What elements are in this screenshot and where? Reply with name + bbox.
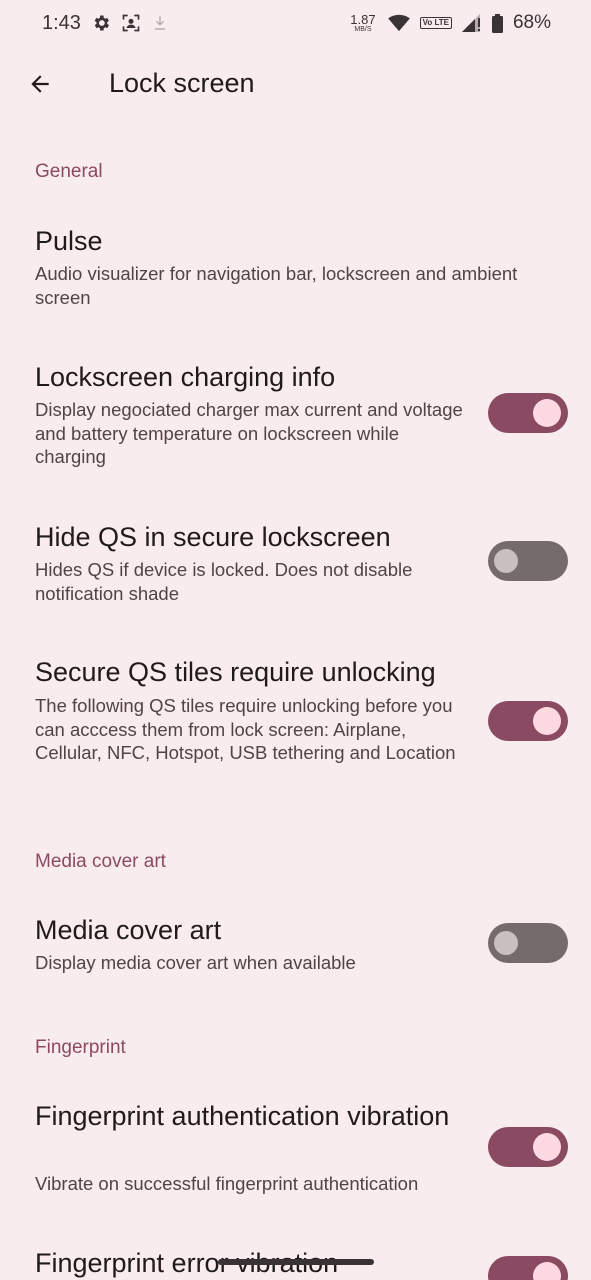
settings-gear-icon bbox=[91, 13, 111, 33]
pref-title: Pulse bbox=[35, 226, 103, 256]
pref-fingerprint-error-vibration[interactable]: Fingerprint error vibration bbox=[0, 1236, 591, 1280]
status-time: 1:43 bbox=[42, 11, 81, 34]
switch-thumb bbox=[494, 931, 518, 955]
page-title: Lock screen bbox=[109, 68, 255, 98]
pref-title: Fingerprint authentication vibration bbox=[35, 1101, 450, 1131]
switch-thumb bbox=[533, 1133, 561, 1161]
fingerprint-error-vibration-switch[interactable] bbox=[488, 1256, 568, 1280]
pref-summary: Vibrate on successful fingerprint authen… bbox=[35, 1173, 419, 1194]
pref-summary: The following QS tiles require unlocking… bbox=[35, 695, 456, 763]
secure-qs-switch[interactable] bbox=[488, 701, 568, 741]
cellular-signal-icon bbox=[461, 14, 482, 32]
pref-summary: Display negociated charger max current a… bbox=[35, 399, 463, 467]
pref-fingerprint-auth-vibration[interactable]: Fingerprint authentication vibration Vib… bbox=[0, 1090, 591, 1210]
pref-title: Media cover art bbox=[35, 915, 222, 945]
pref-title: Hide QS in secure lockscreen bbox=[35, 522, 391, 552]
hide-qs-switch[interactable] bbox=[488, 541, 568, 581]
pref-lockscreen-charging-info[interactable]: Lockscreen charging info Display negocia… bbox=[0, 350, 591, 490]
section-header-media-cover-art: Media cover art bbox=[35, 851, 166, 872]
switch-thumb bbox=[494, 549, 518, 573]
network-speed: 1.87 MB/S bbox=[350, 12, 376, 33]
volte-icon: Vo LTE bbox=[419, 17, 452, 29]
media-cover-art-switch[interactable] bbox=[488, 923, 568, 963]
pref-hide-qs-secure-lockscreen[interactable]: Hide QS in secure lockscreen Hides QS if… bbox=[0, 510, 591, 620]
pref-summary: Audio visualizer for navigation bar, loc… bbox=[35, 263, 518, 308]
section-header-fingerprint: Fingerprint bbox=[35, 1037, 126, 1058]
pref-pulse[interactable]: Pulse Audio visualizer for navigation ba… bbox=[0, 214, 591, 326]
charging-info-switch[interactable] bbox=[488, 393, 568, 433]
switch-thumb bbox=[533, 1262, 561, 1280]
pref-secure-qs-tiles[interactable]: Secure QS tiles require unlocking The fo… bbox=[0, 646, 591, 806]
section-header-general: General bbox=[35, 161, 103, 182]
download-icon bbox=[151, 13, 169, 33]
status-bar: 1:43 1.87 MB/S Vo LTE 68% bbox=[0, 0, 591, 46]
battery-percent: 68% bbox=[512, 12, 551, 33]
pref-summary: Hides QS if device is locked. Does not d… bbox=[35, 559, 413, 604]
pref-summary: Display media cover art when available bbox=[35, 952, 356, 973]
app-bar: Lock screen bbox=[0, 56, 591, 112]
fingerprint-auth-vibration-switch[interactable] bbox=[488, 1127, 568, 1167]
switch-thumb bbox=[533, 707, 561, 735]
back-button[interactable] bbox=[20, 64, 60, 104]
wifi-icon bbox=[387, 14, 410, 32]
gesture-nav-handle[interactable] bbox=[218, 1259, 374, 1265]
switch-thumb bbox=[533, 399, 561, 427]
pref-title: Secure QS tiles require unlocking bbox=[35, 657, 436, 687]
pref-media-cover-art[interactable]: Media cover art Display media cover art … bbox=[0, 903, 591, 993]
pref-title: Lockscreen charging info bbox=[35, 362, 336, 392]
screenshot-face-icon bbox=[121, 13, 141, 33]
battery-icon bbox=[491, 13, 503, 33]
back-arrow-icon bbox=[27, 71, 53, 97]
